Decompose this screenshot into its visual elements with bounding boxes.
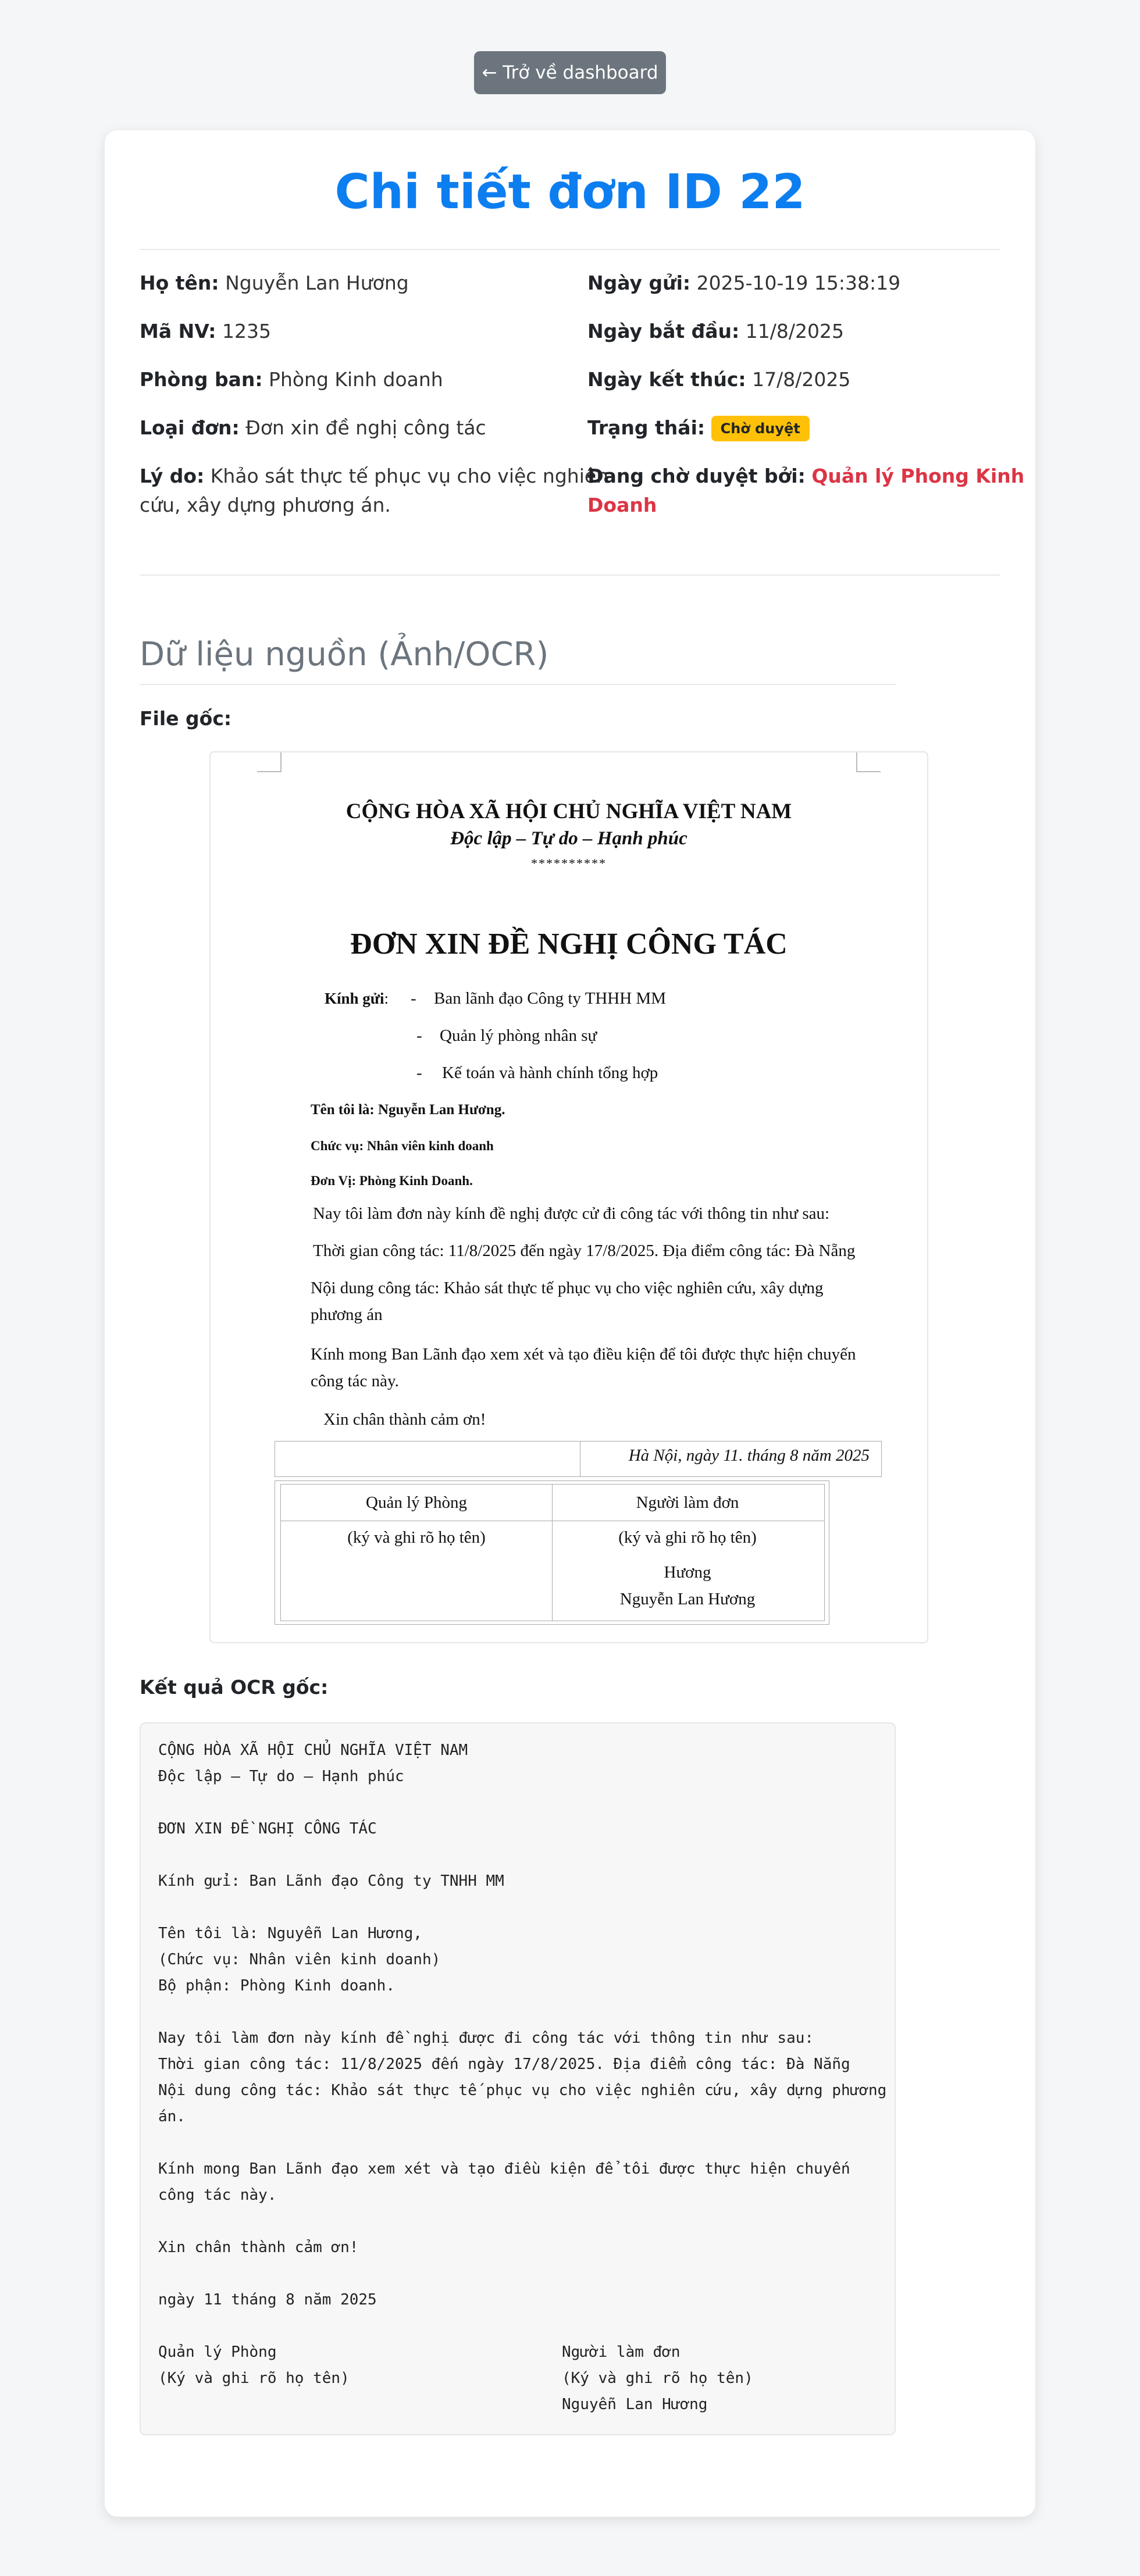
info-department: Phòng ban: Phòng Kinh doanh [140, 365, 443, 394]
info-sent-value: 2025-10-19 15:38:19 [696, 272, 901, 294]
info-start-label: Ngày bắt đầu: [587, 320, 740, 342]
ocr-line: án. [158, 2108, 186, 2125]
sig-left-note: (ký và ghi rõ họ tên) [347, 1528, 486, 1547]
sig-right-note: (ký và ghi rõ họ tên) [618, 1528, 757, 1547]
info-end-label: Ngày kết thúc: [587, 368, 746, 391]
doc-paragraph: Kính mong Ban Lãnh đạo xem xét và tạo đi… [311, 1345, 856, 1364]
ocr-result-block: CỘNG HÒA XÃ HỘI CHỦ NGHĨA VIỆT NAM Độc l… [140, 1722, 896, 2435]
doc-to-label: Kính gửi: [325, 990, 389, 1007]
info-pending-by: Đang chờ duyệt bởi: Quản lý Phong Kinh D… [587, 462, 1024, 520]
sig-right-name: Nguyễn Lan Hương [619, 1590, 756, 1608]
ocr-line: (Ký và ghi rõ họ tên) [562, 2370, 753, 2387]
info-request-type: Loại đơn: Đơn xin đề nghị công tác [140, 413, 486, 443]
divider [140, 684, 896, 685]
info-sent-date: Ngày gửi: 2025-10-19 15:38:19 [587, 269, 900, 298]
info-emp-value: 1235 [222, 320, 271, 342]
doc-name-line: Tên tôi là: Nguyễn Lan Hương. [311, 1102, 505, 1118]
sig-right-title: Người làm đơn [636, 1493, 739, 1512]
ocr-line: Thời gian công tác: 11/8/2025 đến ngày 1… [158, 2056, 850, 2073]
info-reason: Lý do: Khảo sát thực tế phục vụ cho việc… [140, 462, 608, 520]
doc-nation-heading: CỘNG HÒA XÃ HỘI CHỦ NGHĨA VIỆT NAM [345, 800, 792, 823]
doc-title: ĐƠN XIN ĐỀ NGHỊ CÔNG TÁC [350, 927, 788, 961]
doc-recipient: Ban lãnh đạo Công ty THHH MM [434, 989, 667, 1008]
info-reason-value-1: Khảo sát thực tế phục vụ cho việc nghiên [210, 465, 609, 487]
ocr-line: Quản lý Phòng [158, 2343, 277, 2361]
info-dept-label: Phòng ban: [140, 368, 263, 391]
signature-table: Quản lý Phòng Người làm đơn (ký và ghi r… [280, 1484, 825, 1621]
ocr-line: ngày 11 tháng 8 năm 2025 [158, 2291, 377, 2309]
doc-motto: Độc lập – Tự do – Hạnh phúc [450, 828, 687, 849]
doc-unit-line: Đơn Vị: Phòng Kinh Doanh. [311, 1173, 473, 1188]
ocr-line: Độc lập – Tự do – Hạnh phúc [158, 1768, 404, 1785]
ocr-line: Tên tôi là: Nguyễn Lan Hương, [158, 1925, 422, 1942]
divider [140, 575, 1000, 576]
ocr-line: Kính gửi: Ban Lãnh đạo Công ty TNHH MM [158, 1872, 504, 1890]
ocr-line: Bộ phận: Phòng Kinh doanh. [158, 1977, 395, 1995]
doc-date-row: Hà Nội, ngày 11. tháng 8 năm 2025 [275, 1441, 882, 1477]
doc-paragraph: công tác này. [311, 1372, 399, 1390]
ocr-line: Nội dung công tác: Khảo sát thực tế phục… [158, 2082, 887, 2099]
doc-date: Hà Nội, ngày 11. tháng 8 năm 2025 [628, 1446, 870, 1465]
doc-dash: - [416, 1064, 422, 1082]
doc-paragraph: phương án [311, 1305, 383, 1324]
doc-thanks: Xin chân thành cảm ơn! [323, 1410, 486, 1429]
doc-stars: ********** [531, 856, 607, 870]
ocr-line: Nay tôi làm đơn này kính đề nghị được đi… [158, 2029, 814, 2047]
info-pending-value-2: Doanh [587, 494, 657, 516]
ocr-result-label: Kết quả OCR gốc: [140, 1676, 329, 1699]
page-corner-mark [257, 752, 282, 772]
info-type-label: Loại đơn: [140, 416, 240, 439]
info-type-value: Đơn xin đề nghị công tác [245, 416, 486, 439]
doc-recipient: Kế toán và hành chính tổng hợp [442, 1064, 658, 1082]
ocr-line: (Ký và ghi rõ họ tên) [158, 2370, 350, 2387]
ocr-line: Xin chân thành cảm ơn! [158, 2239, 359, 2256]
ocr-line: Kính mong Ban Lãnh đạo xem xét và tạo đi… [158, 2160, 850, 2178]
page-corner-mark [856, 752, 881, 772]
info-name: Họ tên: Nguyễn Lan Hương [140, 269, 409, 298]
back-to-dashboard-button[interactable]: ← Trở về dashboard [474, 51, 666, 94]
ocr-line: CỘNG HÒA XÃ HỘI CHỦ NGHĨA VIỆT NAM [158, 1742, 468, 1759]
info-name-label: Họ tên: [140, 272, 219, 294]
ocr-line: công tác này. [158, 2186, 277, 2204]
doc-recipient: Quản lý phòng nhân sự [440, 1026, 597, 1045]
ocr-line: Nguyễn Lan Hương [562, 2396, 708, 2413]
info-end-date: Ngày kết thúc: 17/8/2025 [587, 365, 850, 394]
info-start-date: Ngày bắt đầu: 11/8/2025 [587, 317, 844, 346]
info-emp-label: Mã NV: [140, 320, 216, 342]
info-reason-label: Lý do: [140, 465, 205, 487]
doc-dash: - [416, 1026, 422, 1045]
info-status-label: Trạng thái: [587, 416, 706, 439]
info-name-value: Nguyễn Lan Hương [225, 272, 409, 294]
doc-position-line: Chức vụ: Nhân viên kinh doanh [311, 1139, 494, 1153]
page-title: Chi tiết đơn ID 22 [334, 165, 806, 220]
info-pending-label: Đang chờ duyệt bởi: [587, 465, 806, 487]
info-start-value: 11/8/2025 [745, 320, 844, 342]
status-badge: Chờ duyệt [711, 416, 810, 441]
doc-paragraph: Nội dung công tác: Khảo sát thực tế phục… [311, 1279, 824, 1297]
ocr-line: ĐƠN XIN ĐỀ NGHỊ CÔNG TÁC [158, 1820, 377, 1838]
ocr-line: (Chức vụ: Nhân viên kinh doanh) [158, 1951, 441, 1968]
info-pending-value-1: Quản lý Phong Kinh [811, 465, 1025, 487]
info-reason-value-2: cứu, xây dựng phương án. [140, 494, 391, 516]
info-end-value: 17/8/2025 [752, 368, 851, 391]
original-document-image[interactable]: CỘNG HÒA XÃ HỘI CHỦ NGHĨA VIỆT NAM Độc l… [209, 751, 928, 1643]
ocr-line: Người làm đơn [562, 2343, 681, 2361]
info-status: Trạng thái: Chờ duyệt [587, 413, 810, 443]
info-employee-id: Mã NV: 1235 [140, 317, 271, 346]
request-detail-card: Chi tiết đơn ID 22 Họ tên: Nguyễn Lan Hư… [105, 130, 1035, 2517]
doc-paragraph: Nay tôi làm đơn này kính đề nghị được cử… [313, 1204, 830, 1223]
info-dept-value: Phòng Kinh doanh [269, 368, 443, 391]
sig-left-title: Quản lý Phòng [366, 1493, 467, 1512]
original-file-label: File gốc: [140, 707, 232, 730]
doc-paragraph: Thời gian công tác: 11/8/2025 đến ngày 1… [313, 1241, 856, 1260]
info-sent-label: Ngày gửi: [587, 272, 691, 294]
sig-right-signature: Hương [664, 1563, 711, 1582]
doc-dash: - [411, 989, 416, 1008]
section-title-source: Dữ liệu nguồn (Ảnh/OCR) [140, 636, 549, 673]
divider [140, 249, 1000, 250]
